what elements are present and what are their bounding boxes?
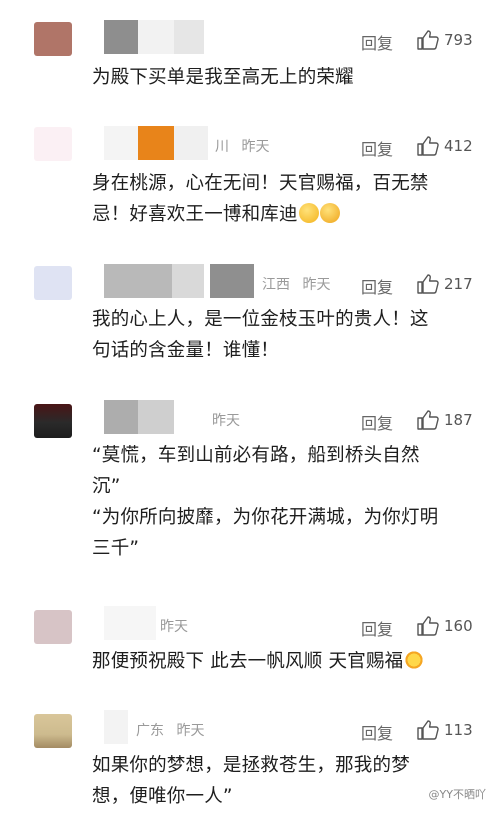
- location: 广东: [136, 723, 164, 739]
- watermark: @YY不晒吖: [428, 788, 486, 801]
- thumbs-up-icon: [417, 136, 439, 156]
- timestamp: 昨天: [160, 619, 188, 635]
- like-count: 793: [444, 31, 473, 49]
- comment-text: 身在桃源，心在无间！天官赐福，百无禁 忌！好喜欢王一博和库迪: [92, 173, 429, 225]
- grin-emoji: [298, 203, 319, 223]
- thinking-emoji: [319, 203, 340, 223]
- username-blurred[interactable]: [104, 264, 254, 298]
- avatar[interactable]: [34, 266, 72, 300]
- like-button[interactable]: 412: [416, 135, 473, 157]
- comment-text: 我的心上人，是一位金枝玉叶的贵人！这 句话的含金量！谁懂！: [92, 309, 429, 361]
- like-count: 412: [444, 137, 473, 155]
- timestamp: 昨天: [302, 277, 331, 293]
- thumbs-up-icon: [417, 616, 439, 636]
- like-button[interactable]: 113: [416, 719, 473, 741]
- like-count: 187: [444, 411, 473, 429]
- username-blurred[interactable]: [104, 20, 204, 54]
- comment-meta: 昨天: [160, 616, 188, 636]
- username-blurred[interactable]: [104, 400, 174, 434]
- reply-button[interactable]: 回复: [361, 274, 393, 298]
- reply-button[interactable]: 回复: [361, 136, 393, 160]
- username-blurred[interactable]: [104, 126, 208, 160]
- thumbs-up-icon: [417, 410, 439, 430]
- like-button[interactable]: 217: [416, 273, 473, 295]
- avatar[interactable]: [34, 22, 72, 56]
- comment-text: “莫慌，车到山前必有路，船到桥头自然 沉” “为你所向披靡，为你花开满城，为你灯…: [92, 445, 439, 559]
- avatar[interactable]: [34, 404, 72, 438]
- like-count: 217: [444, 275, 473, 293]
- reply-button[interactable]: 回复: [361, 720, 393, 744]
- comment-text: 那便预祝殿下 此去一帆风顺 天官赐福: [92, 646, 472, 677]
- like-button[interactable]: 160: [416, 615, 473, 637]
- comment-meta: 广东 昨天: [136, 720, 204, 740]
- thumbs-up-icon: [417, 720, 439, 740]
- comment-meta: 江西 昨天: [262, 274, 330, 294]
- reply-button[interactable]: 回复: [361, 30, 393, 54]
- comment-text: 为殿下买单是我至高无上的荣耀: [92, 67, 354, 88]
- avatar[interactable]: [34, 714, 72, 748]
- username-blurred[interactable]: [104, 606, 156, 640]
- like-button[interactable]: 793: [416, 29, 473, 51]
- location: 川: [215, 139, 229, 155]
- timestamp: 昨天: [241, 139, 270, 155]
- comment-text: 如果你的梦想，是拯救苍生，那我的梦 想，便唯你一人”: [92, 755, 410, 807]
- username-blurred[interactable]: [104, 710, 128, 744]
- comment-meta: 川 昨天: [215, 136, 269, 156]
- sun-emoji: [404, 650, 425, 670]
- like-count: 160: [444, 617, 473, 635]
- avatar[interactable]: [34, 127, 72, 161]
- comment-meta: 昨天: [212, 410, 240, 430]
- timestamp: 昨天: [176, 723, 205, 739]
- location: 江西: [262, 277, 290, 293]
- like-button[interactable]: 187: [416, 409, 473, 431]
- like-count: 113: [444, 721, 473, 739]
- timestamp: 昨天: [212, 413, 240, 429]
- reply-button[interactable]: 回复: [361, 616, 393, 640]
- thumbs-up-icon: [417, 30, 439, 50]
- avatar[interactable]: [34, 610, 72, 644]
- thumbs-up-icon: [417, 274, 439, 294]
- reply-button[interactable]: 回复: [361, 410, 393, 434]
